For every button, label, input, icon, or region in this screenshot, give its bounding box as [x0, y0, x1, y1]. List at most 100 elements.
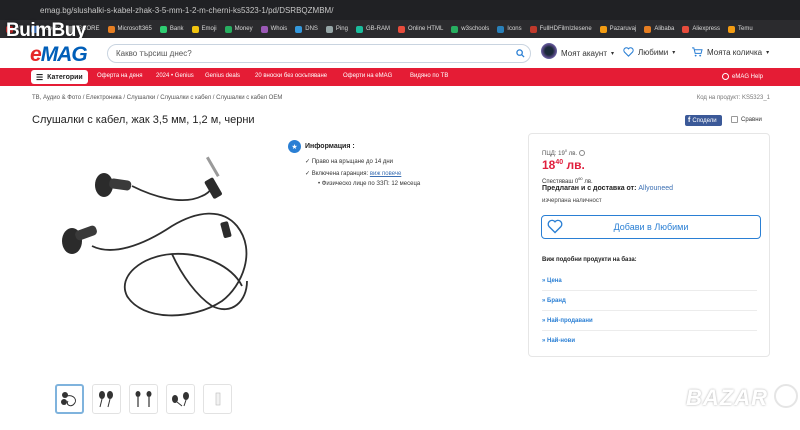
search-input[interactable]: Какво търсиш днес? — [107, 44, 531, 63]
bookmark-item[interactable]: FullHDFilmIzlesene — [529, 25, 592, 33]
earbud-left-icon — [95, 173, 132, 197]
nav-link-seen-on-tv[interactable]: Видяно по ТВ — [410, 73, 448, 79]
favorites-menu[interactable]: Любими ▾ — [623, 47, 675, 57]
similar-newest-link[interactable]: » Най-нови — [542, 338, 575, 344]
compare-checkbox[interactable] — [731, 116, 738, 123]
bookmark-favicon-icon — [529, 25, 537, 33]
bookmark-label: Icons — [507, 26, 522, 32]
return-policy-text: Право на връщане до 14 дни — [311, 159, 394, 165]
pp-suffix: лв. — [568, 151, 578, 157]
price-decimals: 40 — [555, 159, 564, 166]
similar-bestsellers-link[interactable]: » Най-продавани — [542, 318, 593, 324]
earphones-thumb-icon — [60, 392, 76, 407]
nav-link-installments[interactable]: 20 вноски без оскъпяване — [255, 73, 327, 79]
nav-link-genius-2024[interactable]: 2024 • Genius — [156, 73, 194, 79]
pp-sup: 0 — [564, 148, 568, 153]
page-title: Слушалки с кабел, жак 3,5 мм, 1,2 м, чер… — [32, 114, 255, 126]
bookmark-item[interactable]: Aliexpress — [682, 25, 721, 33]
bookmark-label: Emoji — [201, 26, 217, 32]
thumbnail-strip — [55, 384, 232, 414]
info-icon[interactable] — [578, 150, 585, 157]
similar-by-brand-link[interactable]: » Бранд — [542, 298, 566, 304]
divider — [542, 310, 757, 311]
favorites-button-label: Добави в Любими — [613, 222, 689, 232]
similar-by-price-link[interactable]: » Цена — [542, 278, 562, 284]
bookmark-item[interactable]: DNS — [295, 25, 318, 33]
check-icon: ✓ — [305, 171, 311, 177]
similar-products-title: Виж подобни продукти на база: — [542, 257, 637, 263]
bookmark-item[interactable]: Bank — [159, 25, 184, 33]
compare-toggle[interactable]: Сравни — [731, 116, 762, 123]
bookmark-item[interactable]: Icons — [497, 25, 522, 33]
nav-link-genius-deals[interactable]: Genius deals — [205, 73, 240, 79]
offered-label: Предлаган и с доставка от: — [542, 185, 637, 192]
earphones-thumb-icon — [98, 391, 113, 408]
price-integer: 18 — [542, 158, 556, 172]
bookmark-item[interactable]: Microsoft365 — [107, 25, 152, 33]
thumbnail-3[interactable] — [129, 384, 158, 414]
cart-label: Моята количка — [707, 47, 763, 57]
bookmark-label: Aliexpress — [692, 26, 721, 32]
bookmark-item[interactable]: Whois — [260, 25, 287, 33]
emag-help-link[interactable]: eMAG Help — [722, 73, 763, 80]
bookmark-item[interactable]: Money — [224, 25, 253, 33]
bookmark-item[interactable]: Emoji — [191, 25, 217, 33]
categories-button[interactable]: ☰ Категории — [31, 70, 88, 84]
thumbnail-5[interactable] — [203, 384, 232, 414]
bookmark-favicon-icon — [355, 25, 363, 33]
earphones-thumb-icon — [171, 392, 189, 407]
bookmark-label: Money — [234, 26, 253, 32]
thumbnail-4[interactable] — [166, 384, 195, 414]
search-placeholder: Какво търсиш днес? — [116, 49, 192, 58]
bookmark-item[interactable]: w3schools — [451, 25, 489, 33]
chevron-down-icon: ▾ — [766, 49, 770, 56]
bookmark-favicon-icon — [682, 25, 690, 33]
menu-icon: ☰ — [36, 72, 44, 82]
offered-by-line: Предлаган и с доставка от: Allyouneed — [542, 185, 673, 192]
bookmark-item[interactable]: Temu — [728, 25, 753, 33]
warranty-detail-line: • Физическо лице по ЗЗП: 12 месеца — [318, 181, 420, 187]
site-header: eMAG Какво търсиш днес? Моят акаунт ▾ Лю… — [0, 38, 800, 68]
bookmark-item[interactable]: GB-RAM — [355, 25, 390, 33]
check-icon: ✓ — [305, 159, 311, 165]
share-label: Сподели — [692, 117, 717, 124]
thumbnail-2[interactable] — [92, 384, 121, 414]
bookmark-item[interactable]: Pazaruvaj — [599, 25, 636, 33]
bookmark-item[interactable]: Online HTML — [397, 25, 443, 33]
product-main-image[interactable] — [32, 136, 282, 371]
bookmark-label: GB-RAM — [365, 26, 390, 32]
stock-status: изчерпана наличност — [542, 198, 602, 204]
product-price: 1840 лв. — [542, 158, 585, 172]
bullet-icon: • — [318, 181, 321, 187]
category-navbar: ☰ Категории Оферта на деня 2024 • Genius… — [0, 68, 800, 86]
cart-icon — [692, 47, 703, 57]
account-menu[interactable]: Моят акаунт ▾ — [541, 43, 615, 59]
thumbnail-1[interactable] — [55, 384, 84, 414]
heart-icon — [623, 47, 634, 57]
categories-label: Категории — [47, 73, 83, 81]
nav-link-deal-of-day[interactable]: Оферта на деня — [97, 73, 143, 79]
seller-link[interactable]: Allyouneed — [638, 185, 673, 192]
chevron-down-icon: ▾ — [611, 50, 615, 57]
breadcrumb[interactable]: ТВ, Аудио & Фото / Електроника / Слушалк… — [32, 95, 282, 101]
nav-link-emag-offers[interactable]: Оферти на eMAG — [343, 73, 392, 79]
help-label: eMAG Help — [732, 73, 764, 80]
emag-logo[interactable]: eMAG — [30, 43, 88, 67]
savings-sup: 60 — [578, 176, 583, 181]
bookmark-favicon-icon — [599, 25, 607, 33]
bookmark-item[interactable]: Alibaba — [644, 25, 675, 33]
search-icon[interactable] — [513, 47, 528, 60]
url-text[interactable]: emag.bg/slushalki-s-kabel-zhak-3-5-mm-1-… — [40, 6, 333, 15]
cart-menu[interactable]: Моята количка ▾ — [691, 47, 769, 57]
bookmark-item[interactable]: Ping — [325, 25, 348, 33]
bookmark-favicon-icon — [451, 25, 459, 33]
warranty-text: Включена гаранция: — [311, 171, 369, 177]
bookmark-label: Alibaba — [654, 26, 675, 32]
share-button[interactable]: f Сподели — [685, 115, 722, 126]
return-policy-line: ✓ Право на връщане до 14 дни — [305, 158, 393, 165]
browser-address-bar: emag.bg/slushalki-s-kabel-zhak-3-5-mm-1-… — [0, 0, 800, 20]
warranty-more-link[interactable]: виж повече — [370, 171, 402, 177]
bookmark-favicon-icon — [644, 25, 652, 33]
add-to-favorites-button[interactable]: Добави в Любими — [541, 215, 761, 239]
bazar-logo-icon — [774, 384, 798, 408]
